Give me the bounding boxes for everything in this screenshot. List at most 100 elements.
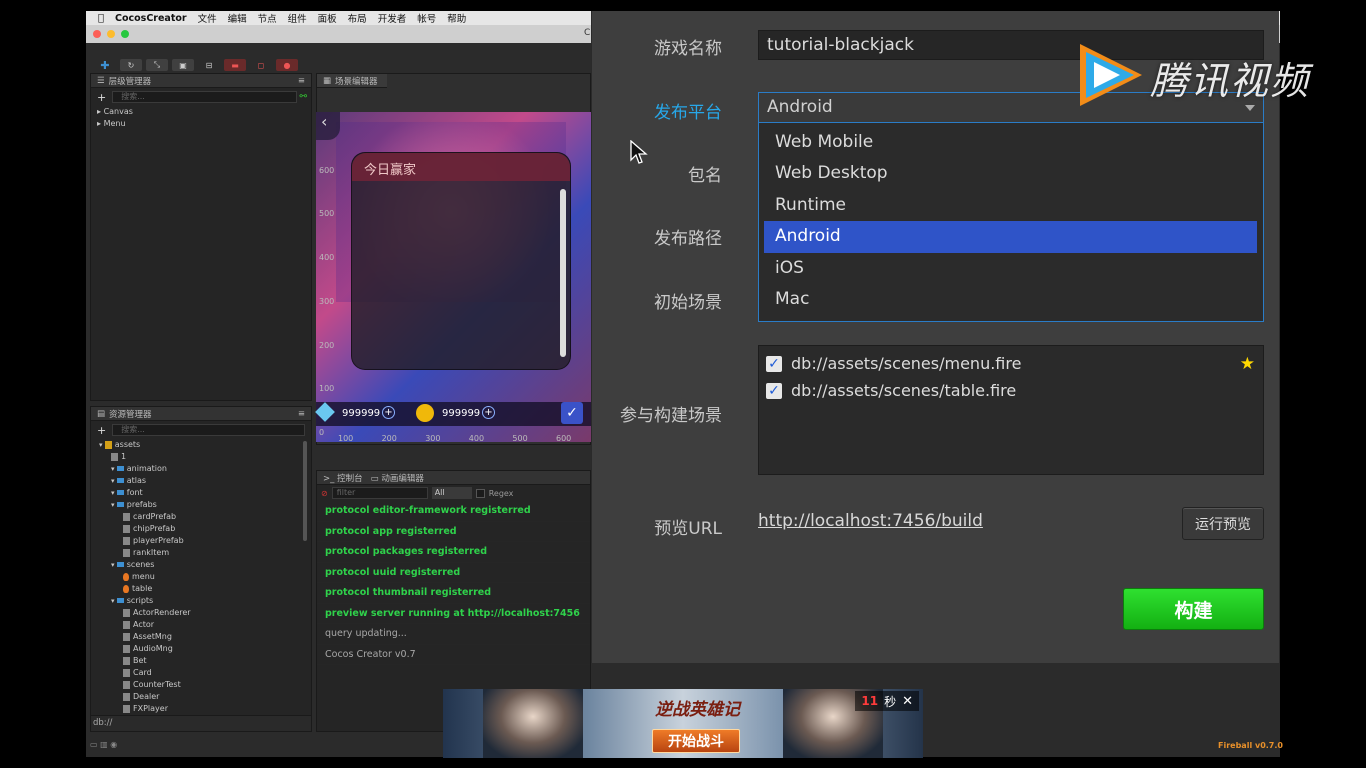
build-button[interactable]: 构建 — [1123, 588, 1264, 630]
game-name-label: 游戏名称 — [654, 39, 722, 59]
menu-component[interactable]: 组件 — [288, 11, 307, 25]
local-toggle-button[interactable]: ▬ — [224, 59, 246, 71]
asset-item[interactable]: AudioMng — [95, 643, 311, 655]
minimize-window-button[interactable] — [107, 30, 115, 38]
asset-item[interactable]: ▾ animation — [95, 463, 311, 475]
asset-item[interactable]: chipPrefab — [95, 523, 311, 535]
move-tool-icon[interactable]: ✚ — [94, 59, 116, 72]
asset-item[interactable]: rankItem — [95, 547, 311, 559]
scene-editor-tab[interactable]: ▦ 场景编辑器 — [317, 74, 387, 88]
add-node-icon[interactable]: + — [97, 91, 106, 104]
asset-item[interactable]: 1 — [95, 451, 311, 463]
asset-item[interactable]: Actor — [95, 619, 311, 631]
ad-character-left — [483, 689, 583, 758]
ruler-tick-label: 300 — [425, 434, 441, 443]
asset-item[interactable]: ▾ scenes — [95, 559, 311, 571]
console-status-icon[interactable]: ▭ — [90, 740, 98, 749]
assets-search-input[interactable]: 搜索... — [112, 424, 305, 436]
asset-item[interactable]: ▾ atlas — [95, 475, 311, 487]
tab-console[interactable]: >_ 控制台 — [323, 472, 363, 484]
platform-option[interactable]: Web Desktop — [764, 158, 1257, 189]
menu-panel[interactable]: 面板 — [318, 11, 337, 25]
asset-item[interactable]: cardPrefab — [95, 511, 311, 523]
console-filter-input[interactable]: filter — [331, 487, 428, 499]
ruler-tick-label: 600 — [556, 434, 572, 443]
ruler-tick-label: 500 — [512, 434, 528, 443]
tree-node-menu[interactable]: ▸ Menu — [97, 118, 311, 130]
tab-animation-editor[interactable]: ▭ 动画编辑器 — [371, 472, 424, 484]
asset-item[interactable]: ▾ font — [95, 487, 311, 499]
asset-item[interactable]: ▾ assets — [95, 439, 311, 451]
platform-option[interactable]: Android — [764, 221, 1257, 253]
console-log: protocol editor-framework registerred pro… — [317, 501, 590, 665]
asset-item[interactable]: Bet — [95, 655, 311, 667]
scene-checkbox[interactable]: ✓ — [766, 382, 782, 399]
preview-toggle-button[interactable]: ● — [276, 59, 298, 71]
clear-console-icon[interactable]: ⊘ — [321, 489, 328, 498]
close-window-button[interactable] — [93, 30, 101, 38]
asset-item[interactable]: menu — [95, 571, 311, 583]
eye-icon[interactable]: ◉ — [110, 740, 117, 749]
back-arrow-icon: ‹ — [316, 112, 340, 140]
scene-file-icon — [123, 572, 129, 581]
apple-icon[interactable]:  — [98, 13, 104, 24]
scene-checkbox[interactable]: ✓ — [766, 355, 782, 372]
menu-help[interactable]: 帮助 — [447, 11, 466, 25]
panel-menu-icon[interactable]: ≡ — [298, 76, 305, 86]
hierarchy-search-input[interactable]: 搜索... — [112, 91, 298, 103]
platform-option[interactable]: Mac — [764, 284, 1257, 315]
close-icon[interactable]: ✕ — [902, 694, 913, 709]
ruler-tick-label: 400 — [319, 253, 335, 262]
platform-option[interactable]: Runtime — [764, 190, 1257, 221]
scale-tool-icon[interactable]: ⤡ — [146, 59, 168, 71]
menu-edit[interactable]: 编辑 — [228, 11, 247, 25]
star-icon[interactable]: ★ — [1240, 354, 1255, 374]
asset-item[interactable]: ▾ prefabs — [95, 499, 311, 511]
assets-scrollbar[interactable] — [303, 441, 307, 541]
asset-item[interactable]: AssetMng — [95, 631, 311, 643]
console-tabs: >_ 控制台 ▭ 动画编辑器 — [317, 471, 590, 485]
add-asset-icon[interactable]: + — [97, 424, 106, 437]
menu-file[interactable]: 文件 — [198, 11, 217, 25]
asset-item[interactable]: Dealer — [95, 691, 311, 703]
asset-item[interactable]: playerPrefab — [95, 535, 311, 547]
preview-url-link[interactable]: http://localhost:7456/build — [758, 511, 983, 531]
rect-tool-icon[interactable]: ▣ — [172, 59, 194, 71]
platform-option[interactable]: Web Mobile — [764, 127, 1257, 158]
asset-item[interactable]: ▾ scripts — [95, 595, 311, 607]
screen-icon[interactable]: ◻ — [250, 59, 272, 71]
asset-item[interactable]: table — [95, 583, 311, 595]
link-icon[interactable]: ⚯ — [299, 92, 307, 102]
coin-icon — [416, 404, 434, 422]
panel-menu-icon[interactable]: ≡ — [298, 409, 305, 419]
ad-banner[interactable]: 逆战英雄记 开始战斗 11 秒 ✕ — [443, 689, 923, 758]
package-name-label: 包名 — [688, 166, 722, 186]
asset-item[interactable]: FXPlayer — [95, 703, 311, 715]
tree-node-canvas[interactable]: ▸ Canvas — [97, 106, 311, 118]
run-preview-button[interactable]: 运行预览 — [1182, 507, 1264, 540]
trash-icon[interactable]: ▥ — [100, 740, 108, 749]
asset-item[interactable]: Card — [95, 667, 311, 679]
screen:  CocosCreator 文件 编辑 节点 组件 面板 布局 开发者 帐号 … — [0, 0, 1366, 768]
menu-node[interactable]: 节点 — [258, 11, 277, 25]
ruler-tick-label: 0 — [319, 428, 325, 437]
menu-account[interactable]: 帐号 — [417, 11, 436, 25]
menu-layout[interactable]: 布局 — [348, 11, 367, 25]
asset-item[interactable]: ActorRenderer — [95, 607, 311, 619]
platform-option[interactable]: iOS — [764, 253, 1257, 284]
tencent-video-watermark: 腾讯视频 — [1072, 40, 1332, 110]
regex-checkbox[interactable] — [475, 488, 485, 498]
asset-item[interactable]: CounterTest — [95, 679, 311, 691]
gem-icon — [315, 402, 335, 422]
file-icon — [123, 620, 130, 629]
zoom-window-button[interactable] — [121, 30, 129, 38]
log-level-select[interactable]: All — [431, 487, 472, 499]
app-menu[interactable]: CocosCreator — [115, 13, 187, 24]
scene-viewport[interactable]: ‹ 今日赢家 — [316, 112, 591, 442]
menu-developer[interactable]: 开发者 — [378, 11, 407, 25]
ad-start-battle-button[interactable]: 开始战斗 — [652, 729, 740, 753]
assets-tree: ▾ assets 1 ▾ animation ▾ atlas ▾ font ▾ prefa… — [91, 439, 311, 715]
rotate-tool-icon[interactable]: ↻ — [120, 59, 142, 71]
folder-icon — [116, 466, 124, 471]
pivot-icon[interactable]: ⊟ — [198, 59, 220, 71]
